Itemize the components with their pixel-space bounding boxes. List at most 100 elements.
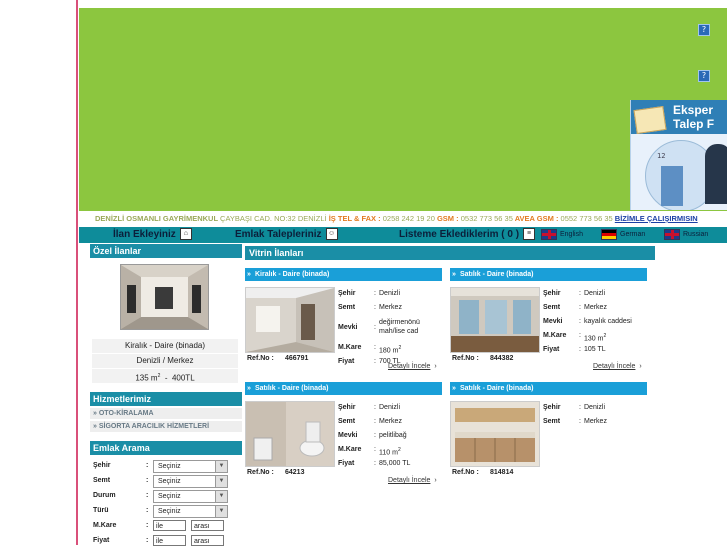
listing-photo[interactable] [450, 287, 540, 353]
status-select[interactable]: Seçiniz ▼ [153, 490, 228, 503]
district-select[interactable]: Seçiniz ▼ [153, 475, 228, 488]
price-key: Fiyat [338, 460, 355, 467]
property-search-header: Emlak Arama [90, 441, 242, 455]
listing-title[interactable]: Satılık - Daire (binada) [245, 382, 442, 395]
nav-add-listing[interactable]: İlan Ekleyiniz ⌂ [113, 227, 192, 243]
detail-link[interactable]: Detaylı İncele › [593, 363, 642, 370]
chevron-right-icon: › [434, 363, 437, 370]
listing-details: Şehir: Denizli Semt: Merkez Mevki: kayalık … [543, 287, 647, 357]
city-value: Denizli [379, 290, 401, 297]
detail-sep: : [579, 304, 581, 311]
nav-requests[interactable]: Emlak Talepleriniz ☺ [235, 227, 338, 243]
page-left-border [76, 0, 78, 545]
nav-saved-list[interactable]: Listeme Eklediklerim ( 0 ) ≡ [399, 227, 536, 243]
detail-sep: : [374, 460, 376, 467]
detail-sep: : [374, 358, 376, 365]
listing-card: Satılık - Daire (binada) Ref.No :814814 … [450, 382, 647, 490]
detail-location: Mevki: değirmenönü mah/lise cad [338, 315, 442, 341]
detail-link-label: Detaylı İncele [388, 363, 431, 370]
listing-ref: Ref.No : 64213 [247, 469, 337, 476]
lang-german[interactable]: German [601, 227, 645, 243]
chevron-right-icon: › [434, 477, 437, 484]
ref-number: 466791 [285, 355, 309, 362]
listing-details: Şehir: Denizli Semt: Merkez Mevki: değirmen… [338, 287, 442, 369]
people-icon: ☺ [325, 228, 338, 241]
area-price-separator: - [164, 373, 168, 383]
city-value: Denizli [379, 404, 401, 411]
search-row-city: Şehir : Seçiniz ▼ [90, 459, 242, 473]
detail-price: Fiyat:105 TL [543, 343, 647, 357]
lang-english[interactable]: English [541, 227, 583, 243]
type-select[interactable]: Seçiniz ▼ [153, 505, 228, 518]
service-insurance-label: SİGORTA ARACILIK HİZMETLERİ [98, 423, 210, 430]
price-key: Fiyat [543, 346, 560, 353]
home-icon: ⌂ [179, 228, 192, 241]
area-label: M.Kare [93, 522, 117, 529]
search-row-district: Semt : Seçiniz ▼ [90, 474, 242, 488]
work-with-us-link[interactable]: BİZİMLE ÇALIŞIRMISIN [615, 214, 698, 223]
chevron-down-icon: ▼ [215, 491, 227, 502]
detail-link[interactable]: Detaylı İncele › [388, 363, 437, 370]
special-listing-photo[interactable] [120, 264, 209, 330]
area-unit-sup: 2 [603, 333, 607, 339]
price-value: 85,000 TL [379, 460, 411, 467]
special-listing-price: 400TL [171, 373, 195, 383]
expert-request-promo[interactable]: Eksper Talep F 12 [630, 100, 727, 210]
ref-label: Ref.No : [247, 355, 274, 362]
document-icon: ≡ [523, 228, 536, 241]
listing-photo[interactable] [450, 401, 540, 467]
service-item-insurance[interactable]: » SİGORTA ARACILIK HİZMETLERİ [90, 421, 242, 433]
district-key: Semt [338, 304, 356, 311]
listing-photo[interactable] [245, 401, 335, 467]
detail-location: Mevki: kayalık caddesi [543, 315, 647, 329]
field-colon: : [146, 477, 149, 484]
district-value: Merkez [584, 418, 607, 425]
clock-icon: 12 [657, 152, 666, 160]
city-value: Denizli [584, 290, 606, 297]
listing-photo[interactable] [245, 287, 335, 353]
listing-title[interactable]: Kiralık - Daire (binada) [245, 268, 442, 281]
search-row-type: Türü : Seçiniz ▼ [90, 504, 242, 518]
service-item-car-rental[interactable]: » OTO-KİRALAMA [90, 408, 242, 420]
chevron-right-icon: › [639, 363, 642, 370]
listing-title[interactable]: Satılık - Daire (binada) [450, 382, 647, 395]
location-value: kayalık caddesi [584, 318, 632, 325]
lang-russian[interactable]: Russian [664, 227, 708, 243]
special-listing-card[interactable]: Kiralık - Daire (binada) Denizli / Merke… [90, 258, 242, 383]
help-icon[interactable]: ? [698, 70, 710, 82]
price-key: Fiyat [338, 358, 355, 365]
status-label: Durum [93, 492, 116, 499]
detail-sep: : [374, 404, 376, 411]
district-key: Semt [543, 304, 561, 311]
detail-area: M.Kare:130 m2 [543, 329, 647, 343]
detail-link[interactable]: Detaylı İncele › [388, 477, 437, 484]
detail-district: Semt: Merkez [338, 415, 442, 429]
promo-line-1: Eksper [673, 103, 714, 117]
field-colon: : [146, 507, 149, 514]
ref-label: Ref.No : [452, 469, 479, 476]
listing-title[interactable]: Satılık - Daire (binada) [450, 268, 647, 281]
district-value: Merkez [379, 304, 402, 311]
price-min-input[interactable]: ile [153, 535, 186, 546]
detail-link-label: Detaylı İncele [388, 477, 431, 484]
search-row-status: Durum : Seçiniz ▼ [90, 489, 242, 503]
detail-sep: : [579, 346, 581, 353]
price-label: Fiyat [93, 537, 110, 544]
location-key: Mevki [543, 318, 563, 325]
price-max-input[interactable]: arası [191, 535, 224, 546]
city-select[interactable]: Seçiniz ▼ [153, 460, 228, 473]
detail-area: M.Kare:180 m2 [338, 341, 442, 355]
area-max-input[interactable]: arası [191, 520, 224, 531]
help-icon[interactable]: ? [698, 24, 710, 36]
special-listings-header: Özel İlanlar [90, 244, 242, 258]
businessman-image [705, 144, 727, 204]
city-key: Şehir [543, 290, 561, 297]
service-car-rental-label: OTO-KİRALAMA [98, 410, 154, 417]
ref-number: 814814 [490, 469, 514, 476]
uk-flag-icon [664, 228, 680, 240]
listing-details: Şehir: Denizli Semt: Merkez Mevki: pelitlib… [338, 401, 442, 471]
area-min-input[interactable]: ile [153, 520, 186, 531]
area-key: M.Kare [338, 446, 362, 453]
detail-location: Mevki: pelitlibağ [338, 429, 442, 443]
avea-value: 0552 773 56 35 [560, 214, 613, 223]
